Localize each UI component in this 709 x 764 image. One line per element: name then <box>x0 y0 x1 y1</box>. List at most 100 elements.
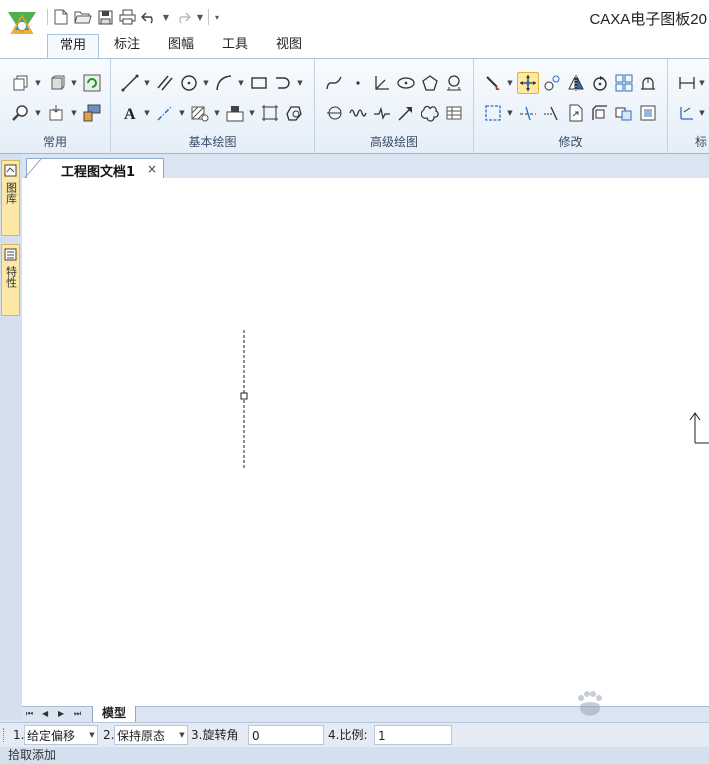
copy-selection-icon[interactable] <box>541 72 563 94</box>
trim-icon[interactable] <box>517 102 539 124</box>
delete-dropdown-icon[interactable]: ▼ <box>506 72 514 94</box>
svg-text:A: A <box>124 106 136 122</box>
last-sheet-button[interactable]: ⏭ <box>74 709 81 719</box>
copy-dropdown-icon[interactable]: ▼ <box>34 72 42 94</box>
cloud-line-icon[interactable] <box>419 102 441 124</box>
polyline-dropdown-icon[interactable]: ▼ <box>296 72 304 94</box>
region-icon[interactable] <box>283 102 305 124</box>
break-line-icon[interactable] <box>371 102 393 124</box>
rotate-icon[interactable] <box>589 72 611 94</box>
explode-icon[interactable] <box>613 102 635 124</box>
tab-tools[interactable]: 工具 <box>212 34 258 58</box>
print-icon[interactable] <box>118 8 136 26</box>
arc-dropdown-icon[interactable]: ▼ <box>237 72 245 94</box>
arc-icon[interactable] <box>213 72 235 94</box>
line-icon[interactable] <box>119 72 141 94</box>
arrow-icon[interactable] <box>395 102 417 124</box>
tab-common[interactable]: 常用 <box>47 34 99 59</box>
app-title: CAXA电子图板20 <box>589 11 707 28</box>
circle-dropdown-icon[interactable]: ▼ <box>202 72 210 94</box>
open-folder-icon[interactable] <box>74 8 92 26</box>
box-select-icon[interactable] <box>482 102 504 124</box>
attribute-dropdown-icon[interactable]: ▼ <box>70 102 78 124</box>
tab-annotation[interactable]: 标注 <box>104 34 150 58</box>
move-icon[interactable] <box>517 72 539 94</box>
circle-icon[interactable] <box>178 72 200 94</box>
spline-icon[interactable] <box>323 72 345 94</box>
wave-line-icon[interactable] <box>347 102 369 124</box>
sheet-tab-model[interactable]: 模型 <box>92 706 136 723</box>
zoom-dropdown-icon[interactable]: ▼ <box>34 102 42 124</box>
save-icon[interactable] <box>96 8 114 26</box>
redo-icon[interactable] <box>174 8 192 26</box>
centerline-icon[interactable] <box>154 102 176 124</box>
prev-sheet-button[interactable]: ◀ <box>42 709 48 718</box>
stretch-icon[interactable] <box>565 102 587 124</box>
parallel-line-icon[interactable] <box>154 72 176 94</box>
close-icon[interactable]: × <box>147 162 157 176</box>
regenerate-icon[interactable] <box>81 72 103 94</box>
layer-object-icon[interactable] <box>46 72 68 94</box>
arc-fit-icon[interactable] <box>323 102 345 124</box>
chamfer-icon[interactable] <box>589 102 611 124</box>
array-icon[interactable] <box>613 72 635 94</box>
undo-icon[interactable] <box>140 8 158 26</box>
group-common: ▼ ▼ ▼ ▼ 常用 <box>0 59 111 154</box>
redo-dropdown-icon[interactable]: ▼ <box>196 8 204 26</box>
rectangle-icon[interactable] <box>248 72 270 94</box>
scale-icon[interactable] <box>637 72 659 94</box>
attribute-match-icon[interactable] <box>46 102 68 124</box>
box-select-dropdown-icon[interactable]: ▼ <box>506 102 514 124</box>
drawing-canvas[interactable] <box>22 178 709 706</box>
point-icon[interactable] <box>347 72 369 94</box>
next-sheet-button[interactable]: ▶ <box>58 709 64 718</box>
new-file-icon[interactable] <box>52 8 70 26</box>
block-dropdown-icon[interactable]: ▼ <box>248 102 256 124</box>
rotation-angle-input[interactable]: 0 <box>248 725 324 745</box>
dimension-dropdown-icon[interactable]: ▼ <box>698 72 706 94</box>
centerline-dropdown-icon[interactable]: ▼ <box>178 102 186 124</box>
copy-icon[interactable] <box>10 72 32 94</box>
undo-dropdown-icon[interactable]: ▼ <box>162 8 170 26</box>
polyline-icon[interactable] <box>272 72 294 94</box>
mirror-icon[interactable] <box>565 72 587 94</box>
scale-input[interactable]: 1 <box>374 725 452 745</box>
hole-shaft-icon[interactable] <box>443 72 465 94</box>
dimension-icon[interactable] <box>676 72 698 94</box>
status-prompt: 拾取添加 <box>8 748 57 762</box>
ucs-axis-icon <box>689 412 709 444</box>
extend-icon[interactable] <box>541 102 563 124</box>
properties-panel-tab[interactable]: 特性 <box>1 244 20 316</box>
line-dropdown-icon[interactable]: ▼ <box>143 72 151 94</box>
hatch-dropdown-icon[interactable]: ▼ <box>213 102 221 124</box>
group-label-common: 常用 <box>42 135 67 149</box>
library-panel-tab[interactable]: 图库 <box>1 160 20 236</box>
hatch-icon[interactable] <box>189 102 211 124</box>
coordinate-dim-icon[interactable] <box>676 102 698 124</box>
block-insert-icon[interactable] <box>224 102 246 124</box>
boundary-box-icon[interactable] <box>259 102 281 124</box>
coordinate-dropdown-icon[interactable]: ▼ <box>698 102 706 124</box>
ellipse-icon[interactable] <box>395 72 417 94</box>
watermark-logo <box>529 690 669 742</box>
format-painter-icon[interactable] <box>81 102 103 124</box>
edit-block-icon[interactable] <box>637 102 659 124</box>
canvas-graphics <box>240 330 709 468</box>
polygon-icon[interactable] <box>419 72 441 94</box>
angle-line-icon[interactable] <box>371 72 393 94</box>
tab-view[interactable]: 视图 <box>266 34 312 58</box>
layer-dropdown-icon[interactable]: ▼ <box>70 72 78 94</box>
first-sheet-button[interactable]: ⏮ <box>26 709 33 719</box>
delete-icon[interactable] <box>482 72 504 94</box>
table-icon[interactable] <box>443 102 465 124</box>
zoom-icon[interactable] <box>10 102 32 124</box>
customize-icon[interactable]: ▾ <box>213 8 221 26</box>
keep-original-select[interactable]: 保持原态 ▼ <box>114 725 188 745</box>
offset-mode-select[interactable]: 给定偏移 ▼ <box>24 725 98 745</box>
document-tab[interactable]: 工程图文档1 × <box>23 158 164 180</box>
chevron-down-icon: ▼ <box>89 731 95 739</box>
text-dropdown-icon[interactable]: ▼ <box>143 102 151 124</box>
tab-sheet[interactable]: 图幅 <box>158 34 204 58</box>
text-icon[interactable]: A <box>119 102 141 124</box>
toolbar-grip[interactable] <box>3 728 6 742</box>
